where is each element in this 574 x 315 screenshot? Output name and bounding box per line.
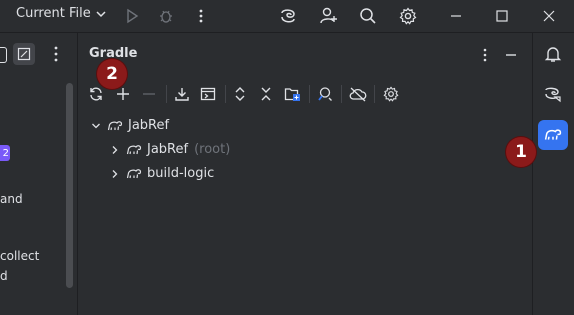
tree-item-jabref-project[interactable]: JabRef: [89, 118, 169, 133]
chevron-right-icon[interactable]: [108, 145, 122, 155]
tree-item-build-logic[interactable]: build-logic: [108, 166, 214, 181]
toolbar-separator: [341, 85, 342, 103]
ai-chat-button[interactable]: [538, 80, 568, 110]
add-user-icon[interactable]: [317, 4, 341, 28]
annotation-badge-1: 1: [506, 137, 536, 167]
more-vertical-icon[interactable]: [48, 45, 64, 67]
notifications-button[interactable]: [538, 39, 568, 69]
image-view-button[interactable]: [13, 43, 35, 65]
run-configuration-selector[interactable]: Current File: [16, 6, 107, 21]
collapse-all-icon[interactable]: [255, 83, 277, 105]
chevron-down-icon[interactable]: [89, 121, 103, 131]
offline-mode-icon[interactable]: [347, 83, 369, 105]
tree-item-label: JabRef: [128, 118, 170, 133]
tree-item-label: build-logic: [147, 166, 215, 181]
toolbar-separator: [309, 85, 310, 103]
hide-icon[interactable]: [500, 44, 522, 66]
right-tool-strip: [533, 33, 574, 315]
run-icon[interactable]: [120, 4, 144, 28]
search-icon[interactable]: [356, 4, 380, 28]
analyze-icon[interactable]: [314, 83, 336, 105]
image-icon: [17, 47, 31, 61]
download-icon[interactable]: [171, 83, 193, 105]
list-item-text: d: [0, 269, 8, 283]
gradle-elephant-icon: [126, 167, 142, 181]
tree-item-label: JabRef: [147, 142, 189, 157]
gradle-tool-window: Gradle JabRef JabRef (root) build-logic: [78, 33, 532, 315]
expand-all-icon[interactable]: [229, 83, 251, 105]
scrollbar[interactable]: [66, 83, 73, 288]
minimize-icon[interactable]: [444, 4, 468, 28]
annotation-badge-2: 2: [97, 59, 127, 89]
list-item-text: and: [0, 192, 23, 206]
count-badge: 2: [0, 145, 10, 161]
notifications-icon: [544, 47, 562, 62]
dependencies-icon[interactable]: [282, 83, 304, 105]
toolbar-separator: [166, 85, 167, 103]
gradle-tool-button[interactable]: [538, 120, 568, 150]
toolbar-separator: [374, 85, 375, 103]
chevron-right-icon[interactable]: [108, 169, 122, 179]
tree-item-jabref-root[interactable]: JabRef (root): [108, 142, 230, 157]
list-item-text: collect: [0, 249, 40, 263]
layout-icon[interactable]: [0, 47, 7, 63]
ai-chat-icon: [545, 87, 561, 103]
gradle-elephant-icon: [126, 143, 142, 157]
close-icon[interactable]: [537, 4, 561, 28]
more-vertical-icon[interactable]: [474, 44, 496, 66]
gradle-elephant-icon: [107, 119, 123, 133]
execute-task-icon[interactable]: [197, 83, 219, 105]
project-panel: 2 and collect d: [0, 33, 77, 315]
tree-item-suffix: (root): [194, 142, 231, 157]
remove-icon[interactable]: [138, 83, 160, 105]
gradle-settings-icon[interactable]: [380, 83, 402, 105]
chevron-down-icon: [96, 10, 106, 17]
gradle-elephant-icon: [544, 129, 562, 140]
run-configuration-label: Current File: [16, 6, 91, 21]
maximize-icon[interactable]: [490, 4, 514, 28]
ai-assistant-icon[interactable]: [276, 4, 300, 28]
settings-icon[interactable]: [396, 4, 420, 28]
debug-icon[interactable]: [154, 4, 178, 28]
title-bar: Current File: [0, 0, 574, 32]
toolbar-separator: [225, 85, 226, 103]
more-vertical-icon[interactable]: [189, 4, 213, 28]
